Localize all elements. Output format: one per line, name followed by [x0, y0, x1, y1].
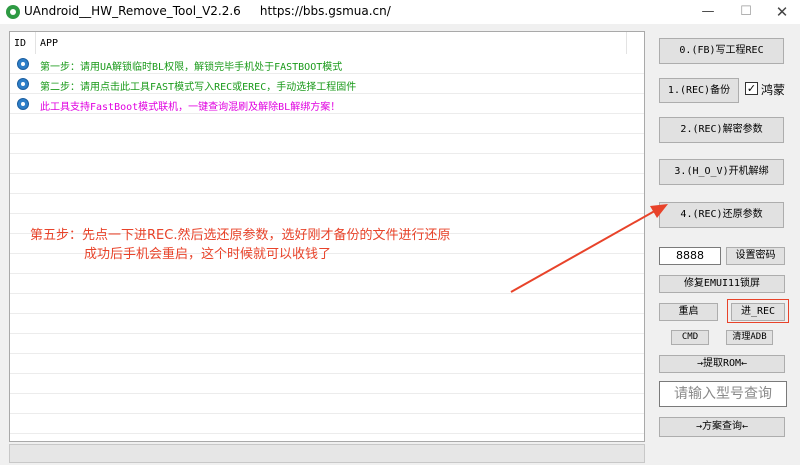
annotation-arrow-icon: [510, 204, 668, 293]
app-window: UAndroid__HW_Remove_Tool_V2.2.6 https://…: [0, 0, 800, 465]
arrow-shaft: [510, 207, 661, 293]
